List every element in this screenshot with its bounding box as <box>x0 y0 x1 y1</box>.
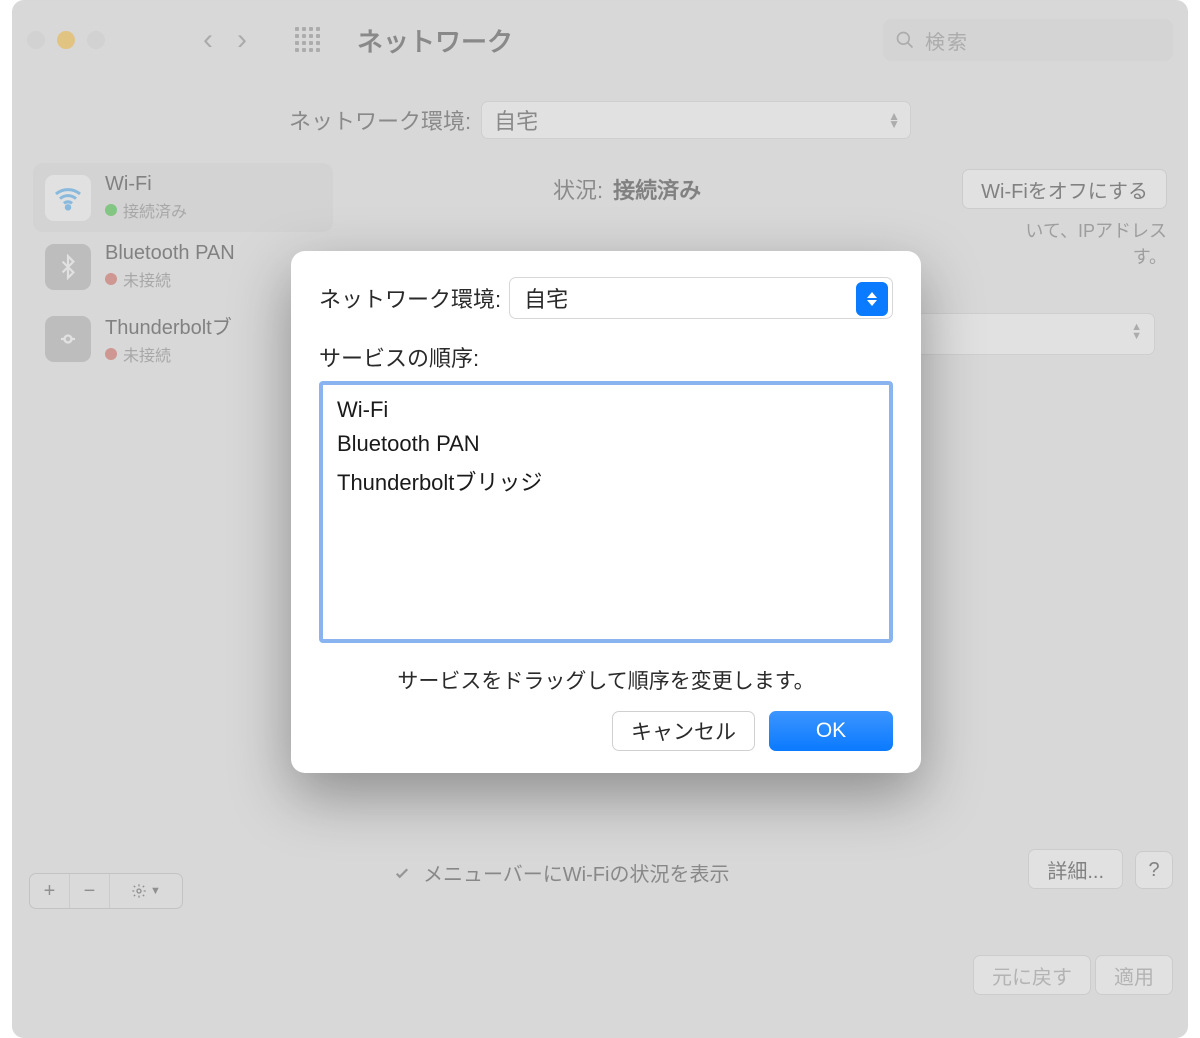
sheet-location-label: ネットワーク環境: <box>319 282 501 314</box>
preferences-window: ‹ › ネットワーク 検索 ネットワーク環境: 自宅 ▲▼ <box>12 0 1188 1038</box>
sheet-location-value: 自宅 <box>524 282 568 314</box>
sheet-location-select[interactable]: 自宅 <box>509 277 893 319</box>
list-item[interactable]: Wi-Fi <box>337 393 875 427</box>
drag-hint-text: サービスをドラッグして順序を変更します。 <box>319 665 893 695</box>
list-item[interactable]: Thunderboltブリッジ <box>337 461 875 501</box>
sheet-buttons: キャンセル OK <box>319 711 893 751</box>
service-order-sheet: ネットワーク環境: 自宅 サービスの順序: Wi-Fi Bluetooth PA… <box>291 251 921 773</box>
list-item[interactable]: Bluetooth PAN <box>337 427 875 461</box>
service-order-list[interactable]: Wi-Fi Bluetooth PAN Thunderboltブリッジ <box>319 381 893 643</box>
service-order-label: サービスの順序: <box>319 341 893 373</box>
cancel-button[interactable]: キャンセル <box>612 711 755 751</box>
chevron-updown-icon <box>856 282 888 316</box>
sheet-location-row: ネットワーク環境: 自宅 <box>319 277 893 319</box>
ok-button[interactable]: OK <box>769 711 893 751</box>
